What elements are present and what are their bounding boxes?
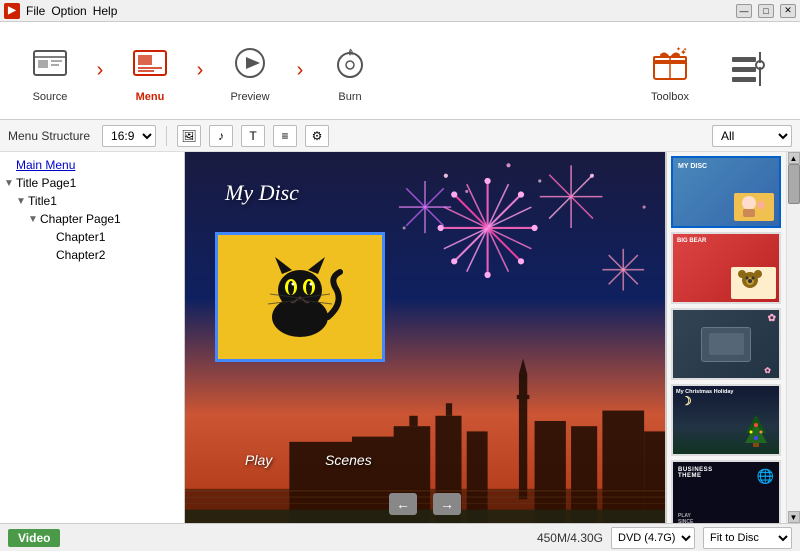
toolbox-section: ✦ ✦ ✦ Toolbox (630, 27, 790, 115)
theme-thumb-1[interactable]: MY DISC (671, 156, 781, 228)
preview-button[interactable]: Preview (210, 27, 290, 115)
right-panel: MY DISC BIG BEAR (666, 152, 786, 523)
menu-help[interactable]: Help (93, 4, 118, 18)
toolbox-icon: ✦ ✦ ✦ (646, 39, 694, 87)
scroll-up-btn[interactable]: ▲ (788, 152, 800, 164)
video-thumbnail[interactable] (215, 232, 385, 362)
file-size-text: 450M/4.30G (537, 531, 603, 545)
tree-expand-2: ▼ (4, 178, 16, 189)
status-bar: Video 450M/4.30G DVD (4.7G) BD (25G) Fit… (0, 523, 800, 551)
scroll-down-btn[interactable]: ▼ (788, 511, 800, 523)
tree-item-chapter1[interactable]: Chapter1 (0, 228, 184, 246)
menu-file[interactable]: File (26, 4, 45, 18)
title-bar: ▶ File Option Help — □ ✕ (0, 0, 800, 22)
music-icon-btn[interactable]: ♪ (209, 125, 233, 147)
properties-icon-btn[interactable]: ⚙ (305, 125, 329, 147)
toolbar: Source › Menu › Preview › (0, 22, 800, 120)
main-content: Main Menu ▼ Title Page1 ▼ Title1 ▼ Chapt… (0, 152, 800, 523)
menu-button[interactable]: Menu (110, 27, 190, 115)
image-icon-btn[interactable]: 🖼 (177, 125, 201, 147)
menu-option[interactable]: Option (51, 4, 86, 18)
burn-label: Burn (338, 91, 361, 103)
cat-silhouette-icon (250, 252, 350, 342)
scroll-thumb[interactable] (788, 164, 800, 204)
layout-icon-btn[interactable]: ≡ (273, 125, 297, 147)
tree-item-main-menu[interactable]: Main Menu (0, 156, 184, 174)
aspect-ratio-select[interactable]: 16:9 4:3 (102, 125, 156, 147)
arrow-3: › (290, 51, 310, 91)
filter-select[interactable]: All (712, 125, 792, 147)
source-icon (26, 39, 74, 87)
tree-label-main-menu: Main Menu (16, 158, 75, 172)
theme-thumb-5[interactable]: BUSINESS THEME PLAY SINCE 🌐 (671, 460, 781, 523)
preview-icon (226, 39, 274, 87)
theme-thumb-4[interactable]: My Christmas Holiday (671, 384, 781, 456)
video-badge: Video (8, 529, 60, 547)
disc-preview: My Disc (185, 152, 665, 523)
burn-button[interactable]: Burn (310, 27, 390, 115)
arrow-1: › (90, 51, 110, 91)
app-icon: ▶ (4, 3, 20, 19)
tree-item-chapter-page1[interactable]: ▼ Chapter Page1 (0, 210, 184, 228)
tree-item-title-page1[interactable]: ▼ Title Page1 (0, 174, 184, 192)
fit-option-select[interactable]: Fit to Disc Do not Scale (703, 527, 792, 549)
settings-toolbar-icon (726, 45, 774, 93)
sub-toolbar: Menu Structure 16:9 4:3 🖼 ♪ T ≡ ⚙ All (0, 120, 800, 152)
settings-toolbar-button[interactable] (710, 27, 790, 115)
text-icon-btn[interactable]: T (241, 125, 265, 147)
tree-label-chapter2: Chapter2 (56, 248, 105, 262)
theme-thumb-2[interactable]: BIG BEAR (671, 232, 781, 304)
play-label[interactable]: Play (245, 452, 272, 468)
theme-thumb-3[interactable]: ✿ ✿ (671, 308, 781, 380)
prev-arrow-button[interactable]: ← (389, 493, 417, 515)
tree-item-title1[interactable]: ▼ Title1 (0, 192, 184, 210)
tree-label-title-page1: Title Page1 (16, 176, 76, 190)
tree-label-chapter-page1: Chapter Page1 (40, 212, 121, 226)
svg-text:✦: ✦ (676, 46, 681, 53)
menu-structure-label: Menu Structure (8, 129, 90, 143)
toolbox-button[interactable]: ✦ ✦ ✦ Toolbox (630, 27, 710, 115)
tree-label-chapter1: Chapter1 (56, 230, 105, 244)
preview-nav: ← → (389, 493, 461, 515)
tree-label-title1: Title1 (28, 194, 57, 208)
tree-item-chapter2[interactable]: Chapter2 (0, 246, 184, 264)
left-panel: Main Menu ▼ Title Page1 ▼ Title1 ▼ Chapt… (0, 152, 185, 523)
source-button[interactable]: Source (10, 27, 90, 115)
disc-type-select[interactable]: DVD (4.7G) BD (25G) (611, 527, 695, 549)
menu-label: Menu (136, 91, 165, 103)
tree-expand-4: ▼ (28, 214, 40, 225)
disc-title: My Disc (225, 180, 299, 206)
close-button[interactable]: ✕ (780, 4, 796, 18)
right-panel-scrollbar[interactable]: ▲ ▼ (786, 152, 800, 523)
arrow-2: › (190, 51, 210, 91)
title-bar-left: ▶ File Option Help (4, 3, 117, 19)
title-bar-right: — □ ✕ (736, 4, 796, 18)
center-panel[interactable]: My Disc (185, 152, 665, 523)
source-label: Source (33, 91, 68, 103)
preview-label: Preview (230, 91, 269, 103)
sub-separator-1 (166, 126, 167, 146)
svg-text:✦: ✦ (683, 47, 687, 53)
menu-icon (126, 39, 174, 87)
next-arrow-button[interactable]: → (433, 493, 461, 515)
burn-icon (326, 39, 374, 87)
toolbox-label: Toolbox (651, 91, 689, 103)
scenes-label[interactable]: Scenes (325, 452, 372, 468)
maximize-button[interactable]: □ (758, 4, 774, 18)
tree-expand-3: ▼ (16, 196, 28, 207)
minimize-button[interactable]: — (736, 4, 752, 18)
